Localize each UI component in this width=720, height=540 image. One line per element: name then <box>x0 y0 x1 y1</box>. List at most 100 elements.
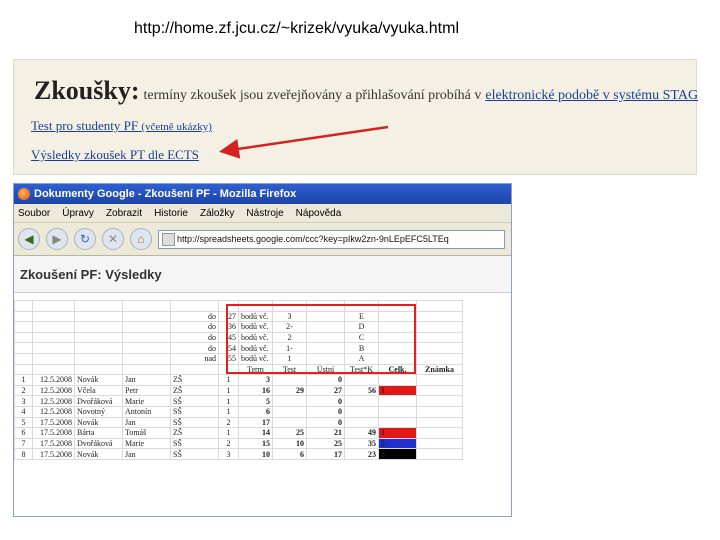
menu-item-edit[interactable]: Úpravy <box>62 208 94 219</box>
last-name[interactable]: Novák <box>74 374 123 386</box>
back-arrow-icon[interactable]: ◀ <box>18 228 40 250</box>
table-cell[interactable] <box>122 342 171 354</box>
term[interactable]: 3 <box>218 448 239 460</box>
table-cell[interactable] <box>74 310 123 323</box>
ects-unit[interactable]: bodů vč. <box>238 310 273 323</box>
grade[interactable] <box>378 405 417 418</box>
oral-score[interactable]: 6 <box>272 448 307 460</box>
exam-date[interactable]: 12.5.2008 <box>32 405 75 418</box>
table-cell[interactable] <box>14 321 33 333</box>
column-header-2[interactable]: Ústní <box>306 363 345 376</box>
test-link[interactable]: Test pro studenty PF (včetně ukázky) <box>31 118 212 134</box>
row-number[interactable]: 6 <box>14 427 33 439</box>
table-cell[interactable] <box>378 331 417 344</box>
table-cell[interactable] <box>122 331 171 344</box>
testk-score[interactable]: 21 <box>306 427 345 439</box>
testk-score[interactable]: 17 <box>306 448 345 460</box>
ects-min[interactable]: 36 <box>218 321 239 333</box>
table-cell[interactable] <box>306 300 345 312</box>
menu-item-history[interactable]: Historie <box>154 208 188 219</box>
ects-unit[interactable]: bodů vč. <box>238 352 273 365</box>
table-cell[interactable] <box>32 300 75 312</box>
exam-date[interactable]: 17.5.2008 <box>32 437 75 450</box>
table-cell[interactable] <box>416 300 463 312</box>
last-name[interactable]: Novotný <box>74 405 123 418</box>
table-cell[interactable] <box>218 363 239 376</box>
term[interactable]: 2 <box>218 416 239 429</box>
table-cell[interactable] <box>416 384 463 397</box>
ects-op[interactable]: nad <box>170 352 219 365</box>
first-name[interactable]: Petr <box>122 384 171 397</box>
table-cell[interactable] <box>416 405 463 418</box>
term[interactable]: 1 <box>218 384 239 397</box>
total-score[interactable]: 49 <box>344 427 379 439</box>
table-cell[interactable] <box>74 352 123 365</box>
total-score[interactable] <box>344 395 379 407</box>
ects-unit[interactable]: bodů vč. <box>238 342 273 354</box>
term[interactable]: 1 <box>218 374 239 386</box>
row-number[interactable]: 8 <box>14 448 33 460</box>
table-cell[interactable] <box>14 331 33 344</box>
test-link-note[interactable]: (včetně ukázky) <box>141 121 212 133</box>
last-name[interactable]: Včela <box>74 384 123 397</box>
table-cell[interactable] <box>306 352 345 365</box>
first-name[interactable]: Jan <box>122 416 171 429</box>
testk-score[interactable]: 0 <box>306 416 345 429</box>
exam-date[interactable]: 12.5.2008 <box>32 384 75 397</box>
table-cell[interactable] <box>378 321 417 333</box>
first-name[interactable]: Tomáš <box>122 427 171 439</box>
table-cell[interactable] <box>306 342 345 354</box>
menu-item-view[interactable]: Zobrazit <box>106 208 142 219</box>
table-cell[interactable] <box>74 331 123 344</box>
exam-date[interactable]: 17.5.2008 <box>32 427 75 439</box>
first-name[interactable]: Marie <box>122 437 171 450</box>
table-cell[interactable] <box>32 342 75 354</box>
table-cell[interactable] <box>122 363 171 376</box>
table-cell[interactable] <box>14 352 33 365</box>
forward-arrow-icon[interactable]: ▶ <box>46 228 68 250</box>
row-number[interactable]: 7 <box>14 437 33 450</box>
ects-min[interactable]: 55 <box>218 352 239 365</box>
table-cell[interactable] <box>74 321 123 333</box>
row-number[interactable]: 1 <box>14 374 33 386</box>
table-cell[interactable] <box>344 300 379 312</box>
last-name[interactable]: Novák <box>74 416 123 429</box>
testk-score[interactable]: 0 <box>306 374 345 386</box>
school[interactable]: SŠ <box>170 416 219 429</box>
test-score[interactable]: 3 <box>238 374 273 386</box>
total-score[interactable] <box>344 405 379 418</box>
first-name[interactable]: Marie <box>122 395 171 407</box>
table-cell[interactable] <box>272 300 307 312</box>
school[interactable]: ZŠ <box>170 427 219 439</box>
row-number[interactable]: 5 <box>14 416 33 429</box>
term[interactable]: 1 <box>218 405 239 418</box>
table-cell[interactable] <box>378 310 417 323</box>
term[interactable]: 1 <box>218 395 239 407</box>
total-score[interactable]: 56 <box>344 384 379 397</box>
oral-score[interactable]: 25 <box>272 427 307 439</box>
table-cell[interactable] <box>32 321 75 333</box>
table-cell[interactable] <box>416 352 463 365</box>
ects-min[interactable]: 27 <box>218 310 239 323</box>
test-score[interactable]: 15 <box>238 437 273 450</box>
table-cell[interactable] <box>170 300 219 312</box>
oral-score[interactable] <box>272 416 307 429</box>
table-cell[interactable] <box>122 352 171 365</box>
ects-min[interactable]: 45 <box>218 331 239 344</box>
testk-score[interactable]: 25 <box>306 437 345 450</box>
table-cell[interactable] <box>238 300 273 312</box>
address-bar-url[interactable]: http://spreadsheets.google.com/ccc?key=p… <box>177 234 449 244</box>
table-cell[interactable] <box>218 300 239 312</box>
ects-grade-num[interactable]: 2 <box>272 331 307 344</box>
oral-score[interactable] <box>272 405 307 418</box>
table-cell[interactable] <box>416 374 463 386</box>
table-cell[interactable] <box>170 363 219 376</box>
test-score[interactable]: 10 <box>238 448 273 460</box>
table-cell[interactable] <box>416 437 463 450</box>
results-link[interactable]: Výsledky zkoušek PT dle ECTS <box>31 147 199 163</box>
column-header-1[interactable]: Test <box>272 363 307 376</box>
menu-item-tools[interactable]: Nástroje <box>246 208 283 219</box>
grade[interactable]: 3 <box>378 448 417 460</box>
address-bar[interactable]: http://spreadsheets.google.com/ccc?key=p… <box>158 229 505 249</box>
total-score[interactable] <box>344 416 379 429</box>
